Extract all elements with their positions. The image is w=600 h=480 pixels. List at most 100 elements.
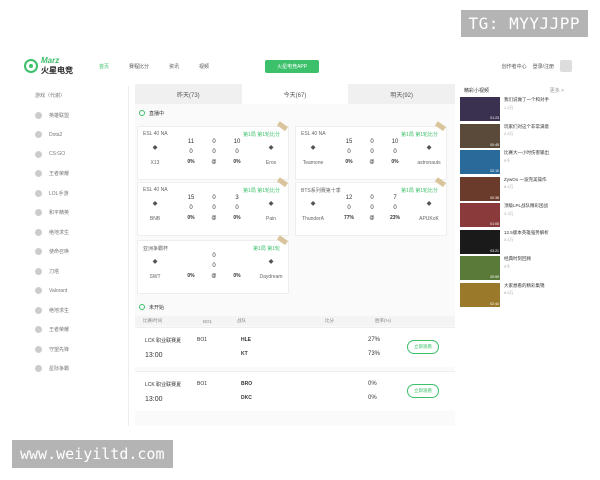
sidebar-item[interactable]: 绝地求生 — [29, 223, 128, 243]
video-item[interactable]: 01:23 我们说做了一个和对手 1.2万 — [460, 96, 568, 123]
video-duration: 03:21 — [490, 248, 499, 253]
video-duration: 02:10 — [490, 169, 499, 173]
video-thumbnail[interactable]: 01:05 — [460, 203, 500, 227]
team2-rate: 73% — [368, 351, 381, 357]
match-card[interactable]: ESL 40 NA 第1局 第1轮比分 ◆ ◆ X13 Eros 11 0 10 0 0 0 0% @0% — [137, 121, 289, 180]
video-item[interactable]: 02:10 比赛大一小时伤害输出 5千 — [460, 149, 568, 176]
team2-name: KT — [241, 351, 248, 357]
score-row: 0 — [180, 251, 248, 261]
video-title[interactable]: 玩家们对这个非常满意 — [504, 124, 549, 130]
video-item[interactable]: 03:21 12.5版本英雄强势解析 4.1万 — [460, 229, 568, 256]
sidebar-item[interactable]: 王者荣耀 — [29, 320, 128, 340]
nav-video[interactable]: 视频 — [199, 63, 209, 70]
video-item[interactable]: 02:44 大家想看的精彩集锦 6.5万 — [460, 282, 568, 309]
video-title[interactable]: 经典时刻回顾 — [504, 256, 531, 262]
sidebar-item[interactable]: 使命召唤 — [29, 242, 128, 262]
video-thumbnail[interactable]: 00:45 — [460, 123, 500, 148]
video-thumbnail[interactable]: 01:23 — [460, 97, 500, 121]
watch-button[interactable]: 立即观看 — [407, 340, 439, 354]
creator-link[interactable]: 创作者中心 — [502, 63, 527, 70]
video-duration: 01:05 — [490, 222, 499, 226]
th-rate: 胜率(%) — [375, 318, 391, 323]
video-thumbnail[interactable]: 02:10 — [460, 150, 500, 174]
sidebar-item[interactable]: 刀塔 — [29, 262, 128, 282]
round-info: 第1局 第1轮比分 — [401, 132, 438, 138]
watch-button[interactable]: 立即观看 — [407, 384, 439, 398]
sidebar-item[interactable]: LOL手游 — [29, 184, 128, 204]
score-cell: @ — [211, 159, 217, 165]
video-title[interactable]: ZywOo 一波完美操作 — [504, 177, 547, 183]
match-card[interactable]: BTS系列赛第十季 第1局 第1轮比分 ◆ ◆ ThunderA APUKoK 12 0 7 0 0… — [295, 177, 447, 236]
video-text: 比赛大一小时伤害输出 5千 — [504, 150, 549, 175]
video-duration: 00:59 — [490, 275, 499, 279]
video-panel: 精彩小视频 更多 > 01:23 我们说做了一个和对手 1.2万 00:45 玩家们对这… — [460, 84, 568, 370]
team-logo-icon: ◆ — [310, 144, 316, 151]
score-row: 15 0 10 — [338, 137, 406, 147]
login-link[interactable]: 登录/注册 — [533, 63, 554, 70]
score-cell: @ — [211, 215, 217, 221]
team-logo-icon: ◆ — [310, 200, 316, 207]
match-card[interactable]: ESL 40 NA 第1局 第1轮比分 ◆ ◆ Teamone astronauts 15 0… — [295, 121, 447, 180]
team-left-name: X13 — [150, 160, 160, 166]
more-link[interactable]: 更多 > — [550, 87, 564, 94]
table-row: LCK 职业联赛夏 BO1 13:00 BRO DKC 0% 0% 立即观看 — [135, 371, 455, 411]
sidebar-item[interactable]: 英雄联盟 — [29, 106, 128, 126]
upcoming-icon — [139, 304, 145, 310]
tab-tomorrow[interactable]: 明天(92) — [348, 84, 455, 104]
tab-yesterday[interactable]: 昨天(73) — [135, 84, 242, 104]
logo[interactable]: Marz 火星电竞 — [24, 56, 73, 76]
video-duration: 02:44 — [490, 301, 499, 306]
video-title[interactable]: 顶级LPL战队精彩团战 — [504, 203, 548, 209]
video-thumbnail[interactable]: 00:59 — [460, 256, 500, 280]
sidebar-item[interactable]: Dota2 — [29, 125, 128, 145]
team-left-name: Teamone — [302, 160, 324, 166]
video-item[interactable]: 01:05 顶级LPL战队精彩团战 3.3万 — [460, 202, 568, 229]
video-item[interactable]: 00:38 ZywOo 一波完美操作 8.4万 — [460, 176, 568, 203]
nav-schedule[interactable]: 赛程比分 — [129, 63, 149, 70]
game-icon — [35, 150, 42, 158]
nav-news[interactable]: 资讯 — [169, 63, 179, 70]
nav-home[interactable]: 首页 — [99, 63, 109, 70]
video-item[interactable]: 00:45 玩家们对这个非常满意 2.6万 — [460, 123, 568, 150]
sidebar-item[interactable]: 和平精英 — [29, 203, 128, 223]
video-thumbnail[interactable]: 03:21 — [460, 229, 500, 254]
download-app-button[interactable]: 火星电竞APP — [265, 59, 320, 73]
team-logo-icon: ◆ — [268, 200, 274, 207]
sidebar-item-label: LOL手游 — [49, 190, 69, 197]
score-cell: 0 — [189, 205, 193, 211]
sidebar-item[interactable]: 王者荣耀 — [29, 164, 128, 184]
sidebar-item-label: 英雄联盟 — [49, 112, 70, 119]
match-card[interactable]: 亚洲争霸杯 第1局 第1轮 ◆ ◆ SWT Daydream 0 0 0% @0% — [137, 235, 289, 294]
video-thumbnail[interactable]: 00:38 — [460, 176, 500, 201]
corner-ribbon — [276, 235, 288, 246]
tab-today[interactable]: 今天(67) — [241, 84, 349, 104]
match-card[interactable]: ESL 40 NA 第1局 第1轮比分 ◆ ◆ BNB Pain 15 0 3 0 0 0 0% @0% — [137, 177, 289, 236]
league-name: 亚洲争霸杯 — [143, 246, 169, 252]
video-title[interactable]: 12.5版本英雄强势解析 — [504, 230, 549, 236]
table-row: LCK 职业联赛夏 BO1 13:00 HLE KT 27% 73% 立即观看 — [135, 327, 455, 367]
score-row: 11 0 10 — [180, 137, 248, 147]
video-meta: 1.2万 — [504, 104, 514, 110]
upcoming-section-title: 未开始 — [135, 300, 168, 314]
sidebar-item[interactable]: 星际争霸 — [29, 359, 128, 379]
score-cell: 0 — [212, 139, 216, 145]
game-icon — [35, 248, 42, 256]
sidebar-item[interactable]: 守望先锋 — [29, 340, 128, 360]
sidebar-item[interactable]: Valorant — [29, 281, 128, 301]
team2-rate: 0% — [368, 395, 377, 401]
video-title[interactable]: 比赛大一小时伤害输出 — [504, 150, 549, 156]
video-title[interactable]: 我们说做了一个和对手 — [504, 97, 549, 103]
game-icon — [35, 228, 42, 236]
video-item[interactable]: 00:59 经典时刻回顾 9千 — [460, 255, 568, 282]
sidebar-item-label: 和平精英 — [49, 210, 70, 217]
avatar[interactable] — [560, 60, 572, 72]
video-title[interactable]: 大家想看的精彩集锦 — [504, 283, 545, 289]
score-cell: 15 — [187, 195, 195, 201]
video-text: 经典时刻回顾 9千 — [504, 256, 531, 281]
score-cell: 0 — [393, 205, 397, 211]
video-thumbnail[interactable]: 02:44 — [460, 282, 500, 307]
logo-cn: 火星电竞 — [41, 66, 73, 75]
sidebar-item[interactable]: 绝地求生 — [29, 301, 128, 321]
score-cell: 10 — [391, 139, 399, 145]
sidebar-item[interactable]: CS:GO — [29, 145, 128, 165]
